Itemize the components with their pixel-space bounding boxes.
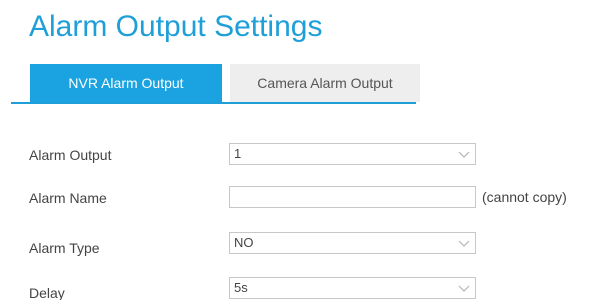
alarm-name-label: Alarm Name: [29, 190, 107, 206]
tab-camera-alarm-output[interactable]: Camera Alarm Output: [230, 64, 420, 102]
alarm-type-value: NO: [234, 235, 254, 250]
tab-bar: NVR Alarm Output Camera Alarm Output: [11, 64, 420, 104]
delay-row: Delay 5s: [0, 277, 589, 300]
chevron-down-icon[interactable]: [453, 144, 475, 164]
alarm-output-value: 1: [234, 146, 242, 161]
alarm-output-settings-page: Alarm Output Settings NVR Alarm Output C…: [0, 0, 589, 300]
alarm-output-label: Alarm Output: [29, 147, 112, 163]
alarm-name-note: (cannot copy): [482, 189, 567, 205]
chevron-down-icon[interactable]: [453, 278, 475, 298]
delay-select[interactable]: 5s: [229, 277, 476, 299]
tab-nvr-alarm-output[interactable]: NVR Alarm Output: [30, 64, 222, 102]
alarm-type-select[interactable]: NO: [229, 232, 476, 254]
alarm-name-row: Alarm Name (cannot copy): [0, 186, 589, 210]
delay-label: Delay: [29, 285, 65, 300]
alarm-type-label: Alarm Type: [29, 240, 100, 256]
page-title: Alarm Output Settings: [29, 10, 323, 43]
delay-value: 5s: [234, 280, 248, 295]
chevron-down-icon[interactable]: [453, 233, 475, 253]
alarm-name-input[interactable]: [229, 186, 476, 208]
alarm-output-select[interactable]: 1: [229, 143, 476, 165]
alarm-output-row: Alarm Output 1: [0, 143, 589, 167]
alarm-type-row: Alarm Type NO: [0, 232, 589, 256]
